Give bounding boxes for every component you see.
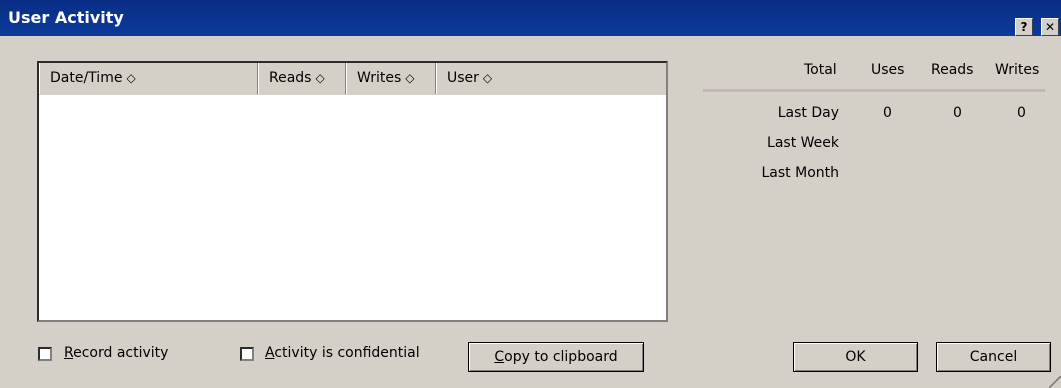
record-activity-label: Record activity bbox=[64, 345, 169, 361]
resize-grip-icon[interactable] bbox=[1049, 376, 1061, 388]
confidential-checkbox[interactable] bbox=[240, 347, 254, 361]
ok-button[interactable]: OK bbox=[793, 342, 918, 372]
column-header-user[interactable]: User ◇ bbox=[436, 63, 666, 94]
sort-icon: ◇ bbox=[126, 71, 136, 85]
stats-header-uses: Uses bbox=[871, 62, 905, 78]
last-day-uses: 0 bbox=[883, 105, 892, 121]
copy-to-clipboard-button[interactable]: Copy to clipboard bbox=[468, 342, 644, 372]
stats-row-last-month: Last Month bbox=[761, 165, 840, 181]
stats-row-last-week: Last Week bbox=[767, 135, 839, 151]
window-title: User Activity bbox=[8, 8, 124, 27]
close-button[interactable]: ✕ bbox=[1041, 18, 1059, 36]
cancel-button[interactable]: Cancel bbox=[936, 342, 1051, 372]
stats-header-total: Total bbox=[804, 62, 837, 78]
sort-icon: ◇ bbox=[482, 71, 493, 85]
activity-stats: Total Uses Reads Writes Last Day 0 0 0 L… bbox=[703, 62, 1048, 192]
stats-header-reads: Reads bbox=[931, 62, 974, 78]
column-header-writes[interactable]: Writes ◇ bbox=[346, 63, 436, 94]
record-activity-checkbox[interactable] bbox=[38, 347, 52, 361]
stats-header-writes: Writes bbox=[995, 62, 1040, 78]
stats-divider bbox=[703, 89, 1045, 92]
help-icon: ? bbox=[1020, 20, 1028, 34]
confidential-label: Activity is confidential bbox=[265, 345, 420, 361]
stats-row-last-day: Last Day bbox=[777, 105, 839, 121]
sort-icon: ◇ bbox=[405, 71, 415, 85]
last-day-writes: 0 bbox=[1017, 105, 1026, 121]
column-header-date-time[interactable]: Date/Time ◇ bbox=[39, 63, 258, 94]
close-icon: ✕ bbox=[1044, 20, 1056, 34]
column-header-reads[interactable]: Reads ◇ bbox=[258, 63, 346, 94]
list-body[interactable] bbox=[39, 95, 666, 320]
activity-list[interactable]: Date/Time ◇ Reads ◇ Writes ◇ User ◇ bbox=[37, 61, 668, 322]
help-button[interactable]: ? bbox=[1015, 18, 1033, 36]
sort-icon: ◇ bbox=[315, 71, 325, 85]
user-activity-dialog: User Activity ? ✕ Date/Time ◇ Reads ◇ Writ… bbox=[0, 0, 1061, 388]
title-bar: User Activity ? ✕ bbox=[0, 0, 1061, 36]
list-header: Date/Time ◇ Reads ◇ Writes ◇ User ◇ bbox=[39, 63, 666, 96]
last-day-reads: 0 bbox=[953, 105, 962, 121]
